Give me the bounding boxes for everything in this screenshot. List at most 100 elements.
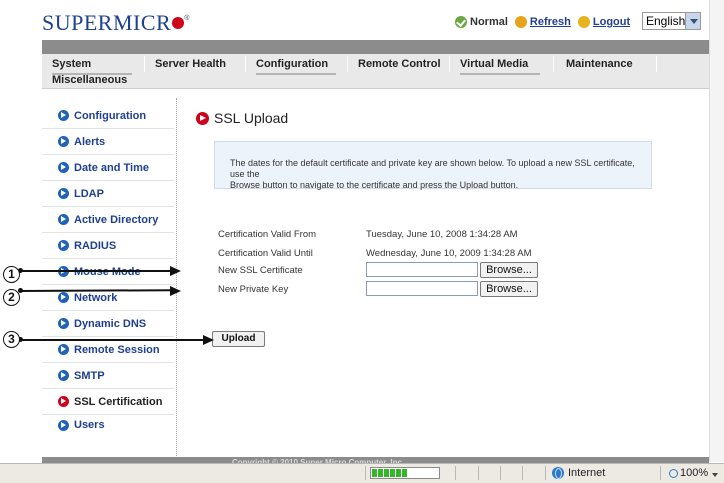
arrow-circle-icon	[58, 110, 69, 121]
status-separator	[365, 466, 366, 480]
arrow-circle-icon	[58, 136, 69, 147]
info-text-line2: Browse button to navigate to the certifi…	[230, 180, 519, 190]
callout-line	[20, 339, 205, 341]
arrow-head-icon	[170, 286, 181, 296]
arrow-circle-icon	[58, 396, 69, 407]
arrow-head-icon	[170, 266, 181, 276]
sidebar-item-alerts[interactable]: Alerts	[42, 129, 174, 155]
nav-separator	[449, 56, 450, 72]
sidebar-item-dynamic-dns[interactable]: Dynamic DNS	[42, 311, 174, 337]
new-cert-label: New SSL Certificate	[218, 265, 303, 276]
new-cert-file-input[interactable]	[366, 262, 478, 277]
header-status-area: Normal Refresh Logout	[455, 14, 637, 30]
sidebar-item-configuration[interactable]: Configuration	[42, 103, 174, 129]
sidebar-item-label: SSL Certification	[74, 395, 163, 408]
sidebar-item-smtp[interactable]: SMTP	[42, 363, 174, 389]
logo-dot	[172, 17, 185, 29]
progress-fill	[372, 469, 409, 477]
arrow-circle-icon	[58, 292, 69, 303]
arrow-circle-icon	[58, 214, 69, 225]
sidebar-item-label: Dynamic DNS	[74, 317, 147, 330]
callout-3: 3	[3, 331, 20, 348]
tab-miscellaneous[interactable]: Miscellaneous	[52, 74, 127, 89]
sidebar-item-users[interactable]: Users	[42, 415, 174, 435]
browse-key-button[interactable]: Browse...	[480, 281, 538, 297]
nav-separator	[245, 56, 246, 72]
tab-system[interactable]: System	[52, 58, 132, 75]
page-load-progress	[370, 467, 440, 479]
arrow-circle-icon	[58, 162, 69, 173]
upload-button[interactable]: Upload	[212, 331, 265, 347]
callout-line	[20, 270, 172, 272]
supermicro-logo: SUPERMICR ®	[42, 10, 190, 36]
sidebar-item-label: Remote Session	[74, 343, 160, 356]
arrow-circle-icon	[58, 240, 69, 251]
zoom-control[interactable]: 100%	[669, 467, 708, 479]
browse-cert-button[interactable]: Browse...	[480, 262, 538, 278]
sidebar-item-label: RADIUS	[74, 239, 117, 252]
sidebar-item-ldap[interactable]: LDAP	[42, 181, 174, 207]
zoom-dropdown-icon[interactable]	[712, 473, 718, 477]
nav-separator	[553, 56, 554, 72]
sidebar-item-mouse-mode[interactable]: Mouse Mode	[42, 259, 174, 285]
refresh-icon[interactable]	[514, 16, 527, 28]
arrow-circle-icon	[58, 370, 69, 381]
browser-status-bar	[0, 463, 724, 483]
status-separator	[478, 466, 479, 480]
valid-from-label: Certification Valid From	[218, 229, 317, 240]
status-separator	[522, 466, 523, 480]
arrow-circle-icon	[58, 419, 69, 431]
callout-2: 2	[3, 289, 20, 306]
tab-server-health[interactable]: Server Health	[155, 58, 226, 73]
new-key-label: New Private Key	[218, 284, 289, 295]
tab-maintenance[interactable]: Maintenance	[566, 58, 633, 73]
sidebar-item-label: Active Directory	[74, 213, 159, 226]
logo-text: SUPERMICR	[42, 10, 172, 35]
page-title: SSL Upload	[196, 110, 288, 126]
arrow-circle-icon	[58, 344, 69, 355]
tab-configuration[interactable]: Configuration	[256, 58, 336, 75]
info-text-line1: The dates for the default certificate an…	[230, 158, 635, 179]
nav-separator	[144, 56, 145, 72]
language-select[interactable]: English	[642, 12, 701, 30]
tab-virtual-media[interactable]: Virtual Media	[460, 58, 540, 75]
sidebar-item-label: Date and Time	[74, 161, 149, 174]
chevron-down-icon[interactable]	[685, 13, 700, 29]
zone-label: Internet	[568, 467, 606, 479]
arrow-head-icon	[203, 335, 214, 345]
page-title-text: SSL Upload	[214, 110, 289, 126]
valid-from-value: Tuesday, June 10, 2008 1:34:28 AM	[366, 229, 518, 240]
info-box: The dates for the default certificate an…	[214, 141, 652, 190]
arrow-circle-icon	[58, 318, 69, 329]
logout-icon[interactable]	[577, 16, 590, 28]
nav-top-band	[42, 40, 709, 54]
status-separator	[545, 466, 546, 480]
valid-until-value: Wednesday, June 10, 2009 1:34:28 AM	[366, 248, 532, 259]
arrow-circle-icon	[58, 188, 69, 199]
sidebar-item-ssl-certification[interactable]: SSL Certification	[42, 389, 174, 415]
sidebar-item-label: Configuration	[74, 109, 147, 122]
sidebar-item-radius[interactable]: RADIUS	[42, 233, 174, 259]
logout-link[interactable]: Logout	[593, 16, 630, 28]
callout-1: 1	[3, 266, 20, 283]
language-value: English	[646, 14, 686, 28]
health-status: Normal	[470, 16, 508, 28]
status-separator	[660, 466, 661, 480]
status-separator	[455, 466, 456, 480]
sidebar-item-label: SMTP	[74, 369, 105, 382]
sidebar-item-active-directory[interactable]: Active Directory	[42, 207, 174, 233]
nav-separator	[656, 56, 657, 72]
window-scroll-track[interactable]	[709, 0, 724, 462]
sidebar-item-date-and-time[interactable]: Date and Time	[42, 155, 174, 181]
logo-registered: ®	[184, 15, 190, 22]
status-separator	[500, 466, 501, 480]
new-key-file-input[interactable]	[366, 281, 478, 296]
tab-remote-control[interactable]: Remote Control	[358, 58, 441, 73]
refresh-link[interactable]: Refresh	[530, 16, 571, 28]
sidebar-item-label: Alerts	[74, 135, 106, 148]
check-icon	[455, 16, 467, 28]
zoom-icon	[669, 468, 678, 478]
sidebar-item-label: Users	[74, 419, 105, 431]
valid-until-label: Certification Valid Until	[218, 248, 313, 259]
zoom-level: 100%	[680, 467, 709, 479]
